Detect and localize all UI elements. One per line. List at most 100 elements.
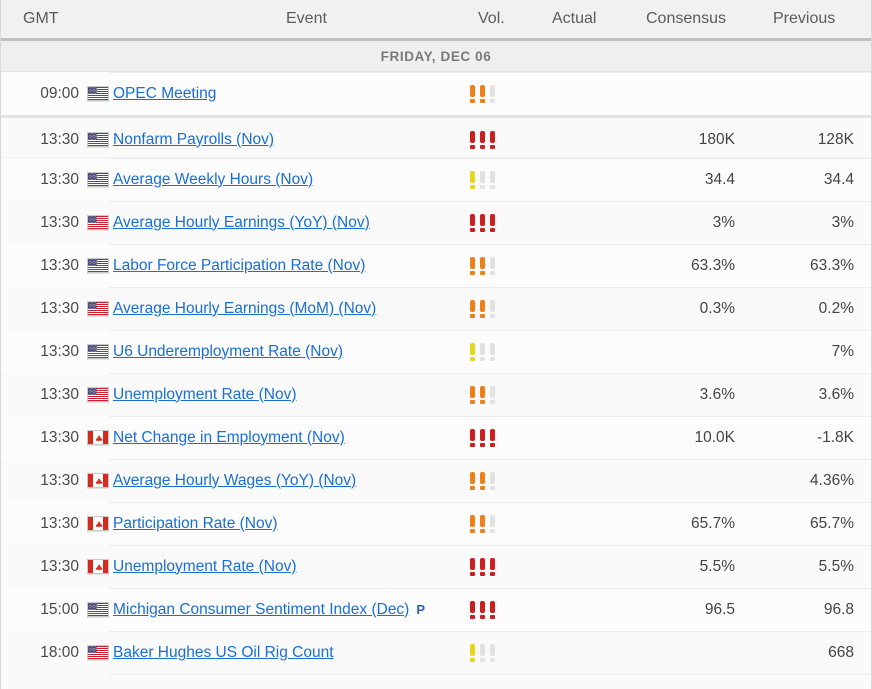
column-header-previous[interactable]: Previous — [773, 0, 835, 38]
column-header-vol[interactable]: Vol. — [478, 0, 505, 38]
country-flag-cell — [85, 72, 111, 115]
volatility-bang-2 — [479, 299, 486, 318]
table-row[interactable]: 18:00 Baker Hughes US Oil Rig Count 668 — [1, 631, 871, 674]
us-flag-icon — [87, 215, 109, 230]
volatility-bang-1 — [469, 256, 476, 275]
table-row[interactable]: 13:30 Net Change in Employment (Nov) 10.0K… — [1, 416, 871, 459]
volatility-bang-3 — [489, 256, 496, 275]
us-flag-icon — [87, 301, 109, 316]
country-flag-cell — [85, 158, 111, 201]
volatility-bang-1 — [469, 170, 476, 189]
event-time: 13:30 — [40, 514, 79, 532]
actual-value — [529, 588, 621, 631]
volatility-indicator — [469, 84, 496, 103]
table-row[interactable]: 13:30 Unemployment Rate (Nov) 5.5% 5.5% — [1, 545, 871, 588]
event-time: 09:00 — [40, 84, 79, 102]
event-link[interactable]: Nonfarm Payrolls (Nov) — [113, 131, 274, 149]
previous-value: -1.8K — [816, 428, 854, 446]
table-row[interactable]: 15:00 Michigan Consumer Sentiment Index (… — [1, 588, 871, 631]
event-name-cell: U6 Underemployment Rate (Nov) — [113, 330, 451, 373]
consensus-value — [621, 72, 741, 115]
table-row[interactable]: 13:30 Nonfarm Payrolls (Nov) 180K 128K — [1, 115, 871, 158]
volatility-indicator — [469, 428, 496, 447]
day-separator-row: FRIDAY, DEC 06 — [1, 41, 871, 72]
actual-value — [529, 201, 621, 244]
column-header-actual[interactable]: Actual — [552, 0, 596, 38]
event-time: 13:30 — [40, 213, 79, 231]
previous-value: 63.3% — [810, 256, 854, 274]
event-link[interactable]: Baker Hughes US Oil Rig Count — [113, 644, 334, 662]
event-link[interactable]: Labor Force Participation Rate (Nov) — [113, 257, 365, 275]
event-link[interactable]: OPEC Meeting — [113, 85, 216, 103]
volatility-indicator — [469, 557, 496, 576]
table-row-partial[interactable] — [1, 674, 871, 689]
event-name-cell: Nonfarm Payrolls (Nov) — [113, 118, 451, 161]
actual-value — [529, 459, 621, 502]
table-row[interactable]: 13:30 Unemployment Rate (Nov) 3.6% 3.6% — [1, 373, 871, 416]
volatility-bang-1 — [469, 213, 476, 232]
actual-value — [529, 545, 621, 588]
volatility-bang-3 — [489, 342, 496, 361]
actual-value — [529, 330, 621, 373]
event-link[interactable]: Average Hourly Earnings (MoM) (Nov) — [113, 300, 376, 318]
volatility-bang-2 — [479, 342, 486, 361]
event-link[interactable]: Net Change in Employment (Nov) — [113, 429, 345, 447]
event-link[interactable]: U6 Underemployment Rate (Nov) — [113, 343, 343, 361]
volatility-bang-3 — [489, 600, 496, 619]
table-row[interactable]: 13:30 Average Hourly Earnings (MoM) (Nov)… — [1, 287, 871, 330]
table-row[interactable]: 13:30 Participation Rate (Nov) 65.7% 65.7% — [1, 502, 871, 545]
event-link[interactable]: Unemployment Rate (Nov) — [113, 558, 296, 576]
table-row[interactable]: 13:30 U6 Underemployment Rate (Nov) 7% — [1, 330, 871, 373]
table-row[interactable]: 13:30 Average Hourly Wages (YoY) (Nov) 4.3… — [1, 459, 871, 502]
consensus-value: 3.6% — [699, 385, 735, 403]
actual-value — [529, 416, 621, 459]
event-link[interactable]: Average Hourly Wages (YoY) (Nov) — [113, 472, 356, 490]
actual-value — [529, 158, 621, 201]
consensus-value: 0.3% — [699, 299, 735, 317]
previous-value: 3% — [831, 213, 854, 231]
country-flag-cell — [85, 287, 111, 330]
previous-value: 7% — [831, 342, 854, 360]
preliminary-badge: P — [416, 602, 426, 617]
volatility-cell — [469, 330, 529, 373]
volatility-cell — [469, 118, 529, 161]
volatility-cell — [469, 588, 529, 631]
volatility-bang-2 — [479, 385, 486, 404]
event-link[interactable]: Michigan Consumer Sentiment Index (Dec) — [113, 601, 409, 619]
event-link[interactable]: Unemployment Rate (Nov) — [113, 386, 296, 404]
event-name-cell: Unemployment Rate (Nov) — [113, 545, 451, 588]
table-row[interactable]: 13:30 Average Hourly Earnings (YoY) (Nov)… — [1, 201, 871, 244]
volatility-cell — [469, 545, 529, 588]
event-link[interactable]: Average Hourly Earnings (YoY) (Nov) — [113, 214, 370, 232]
event-rows: 09:00 OPEC Meeting 13:30 Nonfarm Payrolls (… — [1, 72, 871, 689]
event-time: 13:30 — [40, 557, 79, 575]
ca-flag-icon — [87, 473, 109, 488]
event-name-cell: Labor Force Participation Rate (Nov) — [113, 244, 451, 287]
previous-value: 34.4 — [823, 170, 854, 188]
volatility-cell — [469, 158, 529, 201]
previous-value: 668 — [828, 643, 854, 661]
previous-value: 0.2% — [818, 299, 854, 317]
table-row[interactable]: 09:00 OPEC Meeting — [1, 72, 871, 115]
calendar-column-header: GMT Event Vol. Actual Consensus Previous — [1, 0, 871, 41]
column-header-event[interactable]: Event — [286, 0, 327, 38]
event-link[interactable]: Average Weekly Hours (Nov) — [113, 171, 313, 189]
previous-value: 65.7% — [810, 514, 854, 532]
column-header-consensus[interactable]: Consensus — [646, 0, 726, 38]
volatility-cell — [469, 201, 529, 244]
volatility-indicator — [469, 256, 496, 275]
table-row[interactable]: 13:30 Average Weekly Hours (Nov) 34.4 34.4 — [1, 158, 871, 201]
consensus-value: 3% — [712, 213, 735, 231]
consensus-value: 5.5% — [699, 557, 735, 575]
volatility-bang-2 — [479, 557, 486, 576]
event-time: 13:30 — [40, 170, 79, 188]
table-row[interactable]: 13:30 Labor Force Participation Rate (Nov… — [1, 244, 871, 287]
volatility-indicator — [469, 514, 496, 533]
event-name-cell: OPEC Meeting — [113, 72, 451, 115]
actual-value — [529, 502, 621, 545]
previous-value — [741, 72, 861, 115]
event-link[interactable]: Participation Rate (Nov) — [113, 515, 278, 533]
us-flag-icon — [87, 602, 109, 617]
column-header-gmt[interactable]: GMT — [23, 0, 59, 38]
country-flag-cell — [85, 502, 111, 545]
